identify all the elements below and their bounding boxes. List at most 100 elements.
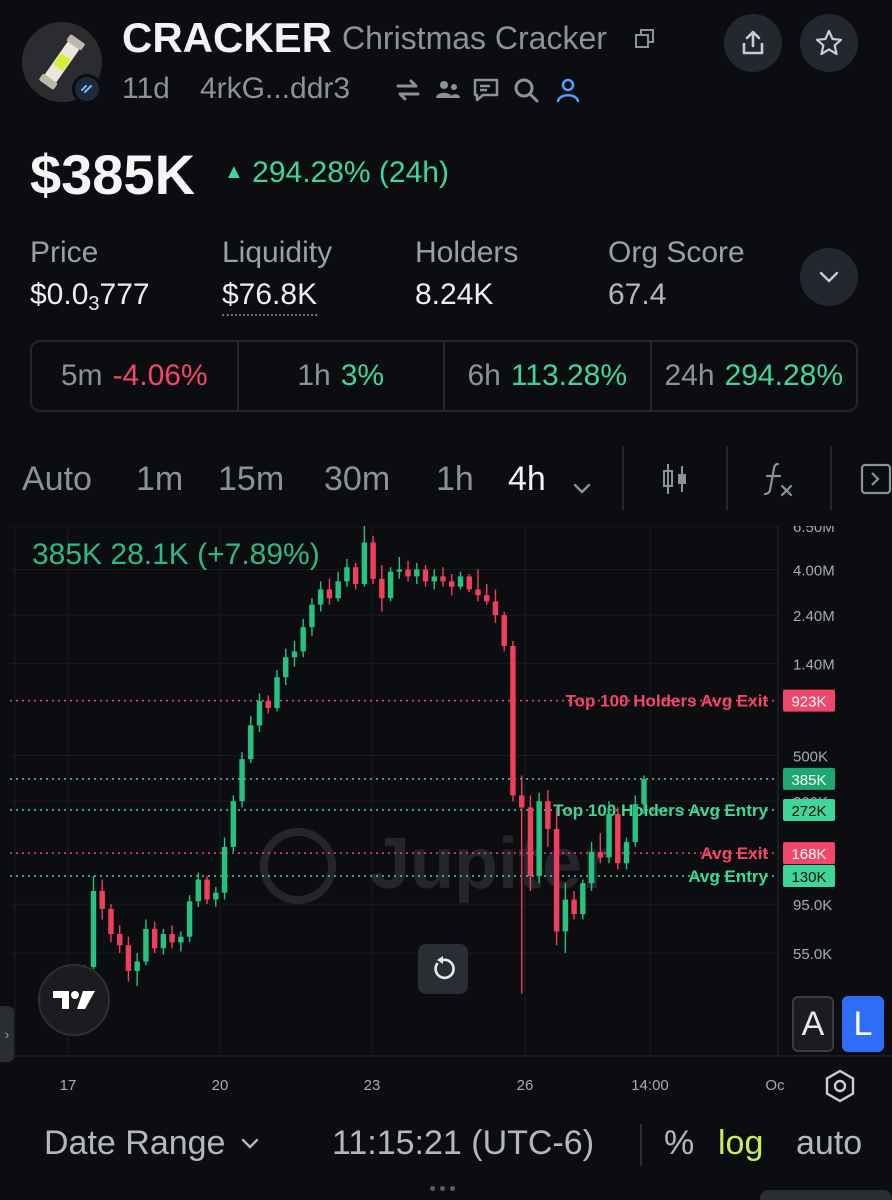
search-icon[interactable]: [512, 76, 540, 104]
copy-icon[interactable]: [634, 28, 656, 50]
reset-chart-button[interactable]: [418, 944, 468, 994]
tf-5m[interactable]: 5m -4.06%: [32, 342, 239, 410]
indicators-icon[interactable]: [762, 460, 796, 507]
time-axis-label: 20: [212, 1077, 229, 1094]
candle-body: [449, 581, 455, 587]
chart-canvas[interactable]: JupiterTop 100 Holders Avg ExitTop 100 H…: [0, 526, 892, 1106]
log-scale-toggle[interactable]: log: [718, 1124, 763, 1163]
tf-24h-value: 294.28%: [724, 359, 843, 392]
candle-body: [300, 627, 306, 652]
chat-icon[interactable]: [472, 76, 500, 104]
candle-body: [518, 795, 525, 808]
candle-body: [265, 700, 271, 709]
bottom-nav-edge: [760, 1190, 892, 1200]
share-icon: [742, 30, 764, 55]
token-header: CRACKER Christmas Cracker 11d 4rkG...ddr…: [0, 0, 892, 130]
stat-holders-value: 8.24K: [415, 278, 494, 311]
date-range-dropdown[interactable]: Date Range: [44, 1124, 259, 1163]
toolbar-divider: [830, 446, 832, 510]
timeframe-changes: 5m -4.06% 1h 3% 6h 113.28% 24h 294.28%: [30, 340, 858, 412]
tf-6h[interactable]: 6h 113.28%: [445, 342, 652, 410]
star-icon: [815, 29, 843, 56]
auto-scale-toggle[interactable]: auto: [796, 1124, 862, 1163]
percent-scale-toggle[interactable]: %: [664, 1124, 694, 1163]
candle-body: [134, 961, 140, 971]
candle-body: [562, 899, 569, 932]
candle-body: [213, 892, 219, 900]
candle-body: [387, 571, 394, 599]
share-button[interactable]: [724, 14, 782, 72]
candle-body: [475, 589, 481, 596]
interval-1m[interactable]: 1m: [136, 460, 183, 499]
candle-body: [274, 677, 280, 709]
jupiter-watermark-logo: [260, 828, 336, 904]
tf-24h[interactable]: 24h 294.28%: [652, 342, 857, 410]
candle-body: [641, 778, 647, 805]
drawer-toggle-chevron-icon[interactable]: ›: [0, 1006, 14, 1062]
level-tag-value: 130K: [791, 869, 826, 886]
price-axis-label: 2.40M: [793, 608, 835, 625]
candle-body: [239, 759, 245, 802]
candle-body: [230, 801, 237, 847]
level-label: Top 100 Holders Avg Entry: [553, 801, 768, 820]
candle-body: [221, 846, 228, 893]
candle-body: [335, 581, 341, 599]
tradingview-logo-icon[interactable]: [38, 964, 110, 1036]
holders-icon[interactable]: [434, 76, 462, 104]
candle-body: [492, 601, 499, 616]
user-icon[interactable]: [554, 76, 582, 104]
candle-body: [90, 890, 97, 968]
candle-body: [370, 542, 376, 579]
swap-icon[interactable]: [394, 76, 422, 104]
candle-body: [256, 700, 263, 726]
candle-style-icon[interactable]: [660, 462, 690, 505]
interval-4h[interactable]: 4h: [508, 460, 546, 499]
candle-body: [414, 569, 420, 577]
candle-body: [422, 569, 429, 582]
toolbar-divider: [622, 446, 624, 510]
tf-5m-label: 5m: [60, 359, 103, 392]
reset-icon: [434, 956, 455, 980]
token-name: Christmas Cracker: [342, 20, 607, 56]
auto-scale-button[interactable]: A: [792, 996, 834, 1052]
triangle-up-icon: ▲: [224, 161, 244, 183]
candle-body: [431, 576, 437, 582]
last-price-tag-value: 385K: [791, 772, 826, 789]
more-tools-icon[interactable]: [860, 462, 892, 505]
candle-body: [536, 801, 542, 877]
candle-body: [361, 542, 368, 584]
candle-body: [352, 567, 359, 584]
token-address[interactable]: 4rkG...ddr3: [200, 72, 350, 106]
level-tag-value: 168K: [791, 846, 826, 863]
chart-settings-icon[interactable]: [822, 1068, 858, 1104]
price-axis-label: 4.00M: [793, 562, 835, 579]
chart-clock[interactable]: 11:15:21 (UTC-6): [332, 1124, 594, 1163]
tf-1h-value: 3%: [340, 359, 385, 392]
tf-6h-value: 113.28%: [510, 359, 628, 392]
candle-body: [178, 936, 184, 943]
candle-body: [204, 879, 210, 900]
candle-body: [317, 589, 324, 605]
log-scale-button[interactable]: L: [842, 996, 884, 1052]
time-axis-label: 14:00: [631, 1077, 669, 1094]
tf-1h-label: 1h: [297, 359, 331, 392]
expand-stats-button[interactable]: [800, 248, 858, 306]
candle-body: [580, 883, 586, 915]
stat-liquidity-value[interactable]: $76.8K: [222, 278, 318, 316]
interval-15m[interactable]: 15m: [218, 460, 284, 499]
candle-body: [160, 934, 167, 949]
stat-liquidity-label: Liquidity: [222, 236, 333, 269]
candle-body: [501, 615, 507, 647]
time-axis-label: Oc: [765, 1077, 785, 1094]
candle-body: [396, 569, 403, 572]
favorite-button[interactable]: [800, 14, 858, 72]
price-suffix: 777: [99, 278, 150, 311]
interval-1h[interactable]: 1h: [436, 460, 474, 499]
drag-handle-icon[interactable]: [430, 1186, 462, 1192]
stat-price-label: Price: [30, 236, 99, 269]
interval-auto[interactable]: Auto: [22, 460, 92, 499]
interval-30m[interactable]: 30m: [324, 460, 390, 499]
tf-1h[interactable]: 1h 3%: [239, 342, 445, 410]
candle-body: [597, 852, 604, 858]
interval-dropdown-chevron-icon[interactable]: [572, 466, 592, 505]
